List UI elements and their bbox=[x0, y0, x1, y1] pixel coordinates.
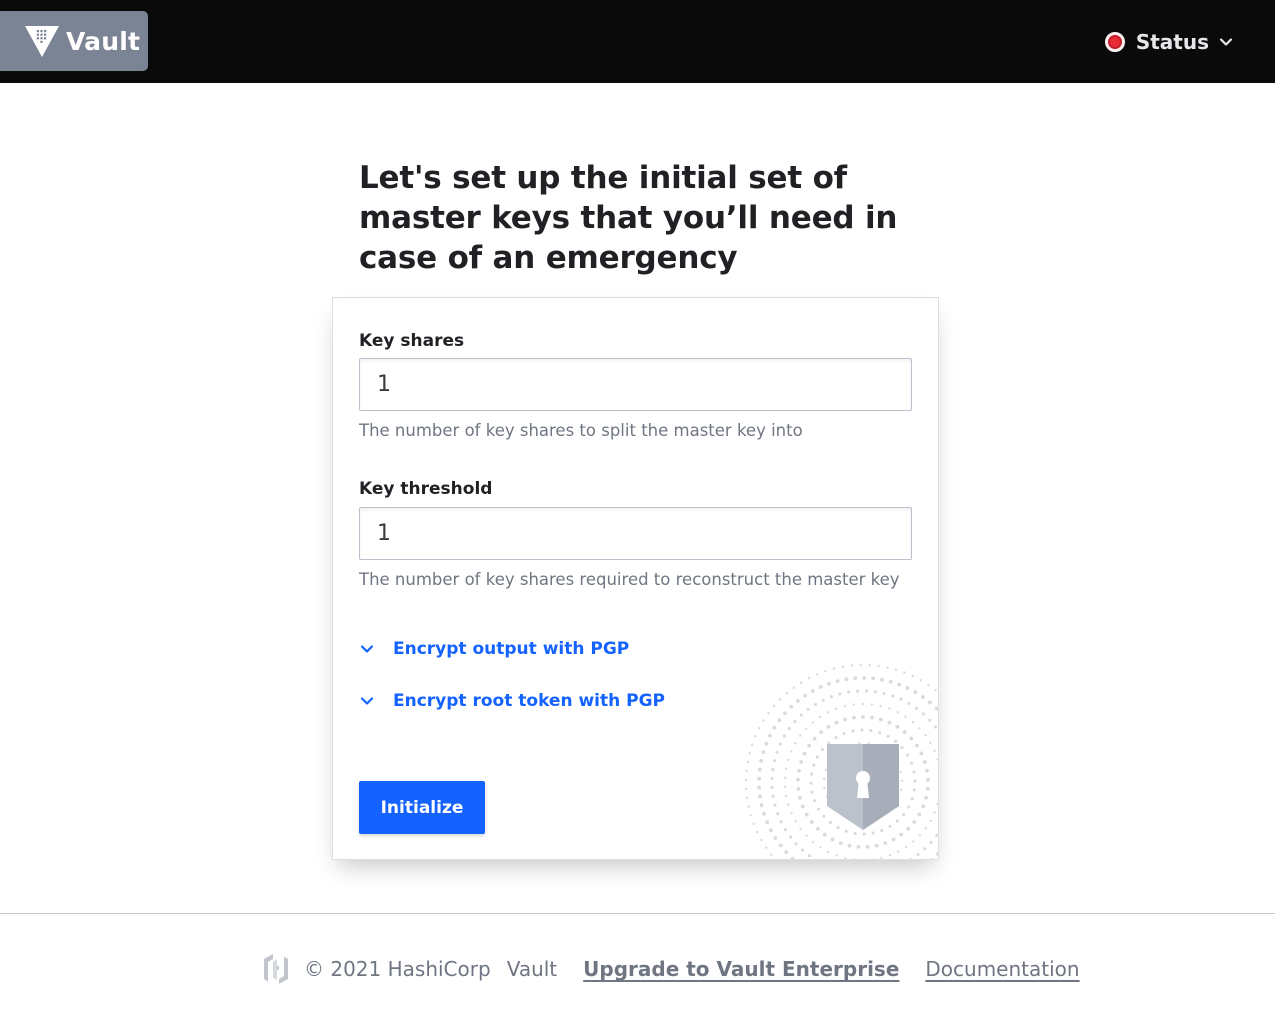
hashicorp-logo-icon bbox=[264, 954, 288, 984]
upgrade-enterprise-link[interactable]: Upgrade to Vault Enterprise bbox=[583, 957, 899, 981]
brand-label: Vault bbox=[66, 26, 141, 56]
status-menu-toggle[interactable]: Status bbox=[1104, 26, 1233, 58]
footer-divider bbox=[0, 913, 1275, 914]
footer-product-name: Vault bbox=[506, 957, 558, 981]
footer: © 2021 HashiCorp Vault Upgrade to Vault … bbox=[261, 952, 1080, 986]
initialize-button[interactable]: Initialize bbox=[359, 781, 485, 834]
key-threshold-label: Key threshold bbox=[359, 479, 493, 499]
chevron-down-icon bbox=[1219, 38, 1233, 46]
status-indicator-icon bbox=[1104, 32, 1125, 52]
encrypt-output-pgp-toggle[interactable]: Encrypt output with PGP bbox=[359, 639, 629, 659]
encrypt-output-pgp-label: Encrypt output with PGP bbox=[393, 639, 630, 659]
encrypt-root-token-pgp-label: Encrypt root token with PGP bbox=[393, 691, 666, 711]
page-title: Let's set up the initial set of master k… bbox=[359, 160, 898, 276]
key-threshold-input[interactable] bbox=[359, 507, 912, 560]
top-nav-bar: Vault Status bbox=[0, 0, 1275, 83]
key-shares-help-text: The number of key shares to split the ma… bbox=[359, 421, 803, 440]
documentation-link[interactable]: Documentation bbox=[925, 957, 1079, 981]
key-shares-input[interactable] bbox=[359, 358, 912, 411]
vault-logo-icon bbox=[25, 26, 59, 57]
shield-lock-illustration bbox=[744, 663, 938, 859]
chevron-down-icon bbox=[360, 697, 374, 705]
status-label: Status bbox=[1135, 30, 1209, 54]
init-form-card: Key shares The number of key shares to s… bbox=[332, 297, 939, 860]
key-threshold-help-text: The number of key shares required to rec… bbox=[359, 570, 900, 589]
chevron-down-icon bbox=[360, 645, 374, 653]
home-link[interactable]: Vault bbox=[0, 11, 148, 71]
key-shares-label: Key shares bbox=[359, 331, 465, 351]
footer-copyright: © 2021 HashiCorp bbox=[304, 957, 491, 981]
encrypt-root-token-pgp-toggle[interactable]: Encrypt root token with PGP bbox=[359, 691, 665, 711]
